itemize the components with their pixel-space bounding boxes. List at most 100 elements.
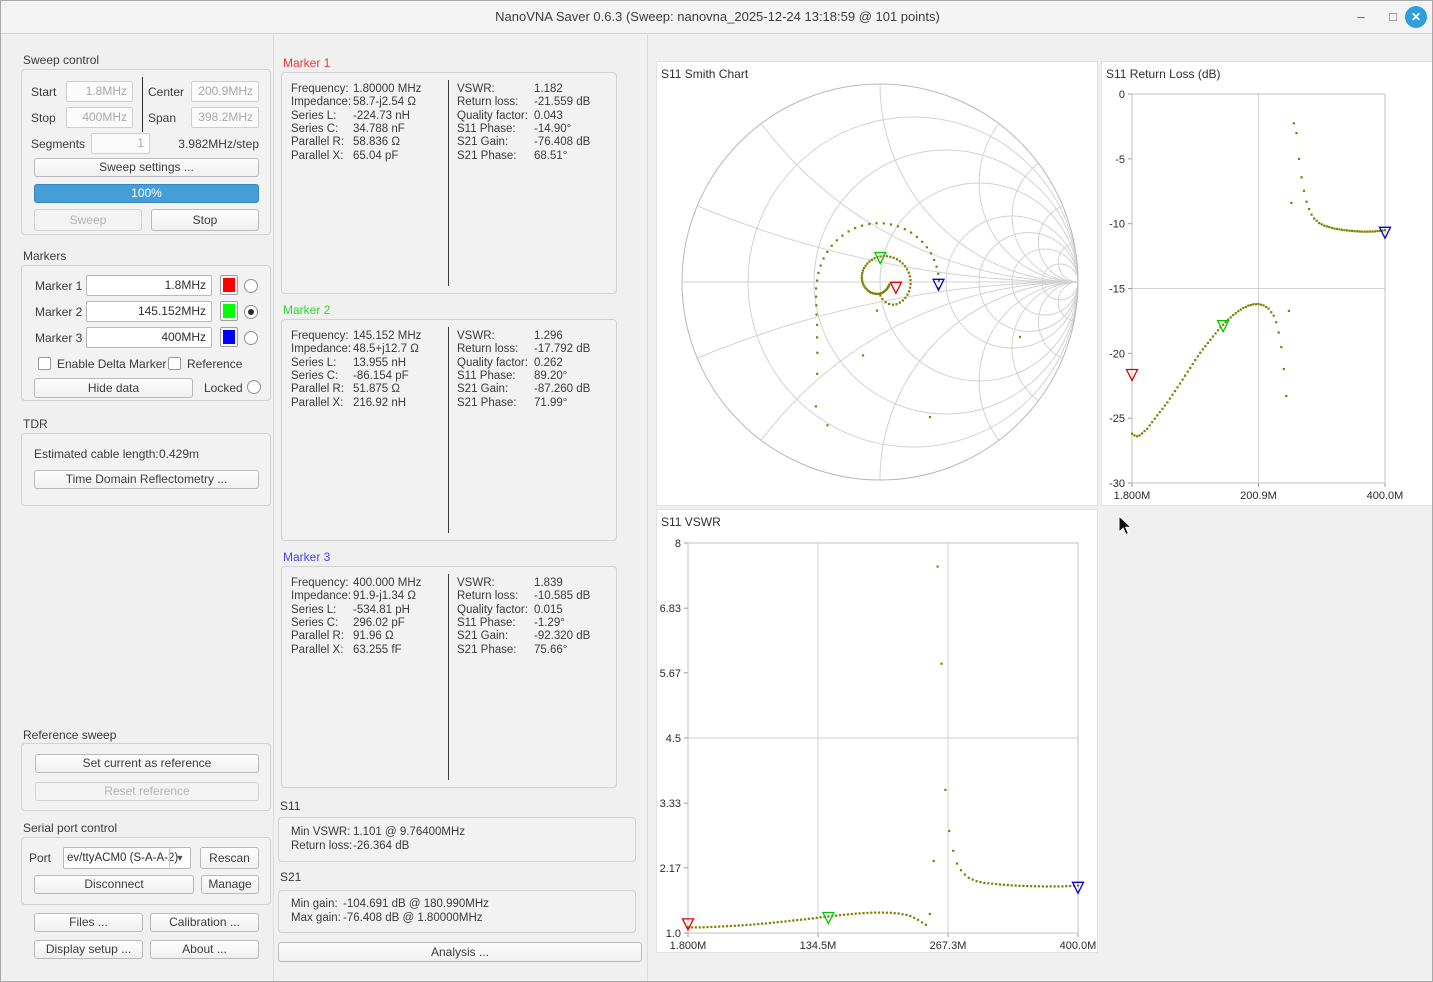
span-input[interactable]: 398.2MHz: [191, 107, 259, 128]
field-label: Parallel X:: [291, 644, 343, 657]
tdr-button[interactable]: Time Domain Reflectometry ...: [34, 470, 259, 489]
field-label: Impedance:: [291, 343, 351, 356]
hide-data-button[interactable]: Hide data: [34, 378, 193, 398]
locked-label: Locked: [204, 381, 243, 395]
manage-button[interactable]: Manage: [201, 875, 259, 894]
field-label: Series C:: [291, 370, 338, 383]
span-label: Span: [148, 111, 176, 125]
reset-reference-button[interactable]: Reset reference: [35, 782, 259, 801]
smith-chart[interactable]: [657, 62, 1099, 507]
svg-text:1.800M: 1.800M: [1114, 490, 1151, 502]
field-label: Max gain:: [291, 912, 341, 925]
analysis-button[interactable]: Analysis ...: [278, 942, 642, 962]
field-label: Frequency:: [291, 577, 349, 590]
set-reference-button[interactable]: Set current as reference: [35, 754, 259, 773]
field-value: 75.66°: [534, 644, 567, 657]
close-button[interactable]: ✕: [1405, 6, 1427, 28]
calibration-button[interactable]: Calibration ...: [150, 913, 259, 932]
sweep-settings-button[interactable]: Sweep settings ...: [34, 158, 259, 177]
center-label: Center: [148, 85, 184, 99]
marker3-frequency-input[interactable]: 400MHz: [86, 327, 212, 348]
center-input[interactable]: 200.9MHz: [191, 81, 259, 102]
field-value: -224.73 nH: [353, 110, 410, 123]
svg-text:1.0: 1.0: [666, 928, 681, 940]
field-value: 1.296: [534, 330, 563, 343]
svg-text:8: 8: [675, 538, 681, 550]
field-value: 0.015: [534, 604, 563, 617]
minimize-button[interactable]: –: [1347, 1, 1375, 33]
field-label: Min gain:: [291, 898, 338, 911]
rescan-button[interactable]: Rescan: [200, 847, 259, 869]
marker3-details-title: Marker 3: [283, 550, 330, 564]
marker2-details-divider: [448, 327, 449, 533]
marker3-details-divider: [448, 574, 449, 780]
marker1-radio[interactable]: [244, 279, 258, 293]
markers-heading: Markers: [23, 249, 66, 263]
locked-radio[interactable]: [247, 380, 261, 394]
about-button[interactable]: About ...: [150, 940, 259, 959]
stop-label: Stop: [31, 111, 56, 125]
field-label: Quality factor:: [457, 110, 528, 123]
svg-text:-5: -5: [1115, 154, 1125, 166]
field-label: Parallel X:: [291, 150, 343, 163]
start-input[interactable]: 1.8MHz: [66, 81, 133, 102]
disconnect-button[interactable]: Disconnect: [34, 875, 194, 894]
sweep-button[interactable]: Sweep: [34, 209, 142, 231]
mouse-cursor: [1118, 515, 1136, 537]
marker3-color-swatch[interactable]: [220, 327, 238, 347]
field-value: 13.955 nH: [353, 357, 406, 370]
marker1-details-divider: [448, 80, 449, 286]
marker2-radio[interactable]: [244, 305, 258, 319]
svg-text:400.0M: 400.0M: [1060, 940, 1097, 952]
marker2-frequency-input[interactable]: 145.152MHz: [86, 301, 212, 322]
start-label: Start: [31, 85, 56, 99]
field-value: -92.320 dB: [534, 630, 590, 643]
field-value: 1.182: [534, 83, 563, 96]
marker1-details-title: Marker 1: [283, 56, 330, 70]
svg-text:-30: -30: [1109, 478, 1125, 490]
marker1-frequency-input[interactable]: 1.8MHz: [86, 275, 212, 296]
marker1-color-swatch[interactable]: [220, 275, 238, 295]
field-label: Return loss:: [457, 590, 518, 603]
field-value: 65.04 pF: [353, 150, 398, 163]
maximize-button[interactable]: □: [1379, 1, 1407, 33]
stop-input[interactable]: 400MHz: [66, 107, 133, 128]
field-label: Parallel R:: [291, 630, 344, 643]
field-label: S21 Gain:: [457, 630, 508, 643]
smith-chart-panel: S11 Smith Chart: [656, 61, 1098, 506]
field-label: S21 Phase:: [457, 150, 516, 163]
marker2-details-title: Marker 2: [283, 303, 330, 317]
enable-delta-marker-checkbox[interactable]: [38, 357, 51, 370]
files-button[interactable]: Files ...: [34, 913, 143, 932]
port-select[interactable]: ev/ttyACM0 (S-A-A-2) ▼: [63, 847, 191, 869]
return-loss-chart[interactable]: 0-5-10-15-20-25-301.800M200.9M400.0M: [1102, 62, 1433, 507]
segments-input[interactable]: 1: [91, 133, 150, 154]
field-value: -76.408 dB @ 1.80000MHz: [343, 912, 483, 925]
s21-summary-heading: S21: [280, 870, 301, 884]
svg-text:0: 0: [1119, 89, 1125, 101]
display-setup-button[interactable]: Display setup ...: [34, 940, 143, 959]
marker3-label: Marker 3: [35, 331, 82, 345]
stop-button[interactable]: Stop: [151, 209, 259, 231]
field-label: Return loss:: [457, 343, 518, 356]
field-value: 34.788 nF: [353, 123, 405, 136]
reference-checkbox[interactable]: [168, 357, 181, 370]
field-label: Parallel R:: [291, 136, 344, 149]
markers-column-separator: [647, 33, 648, 982]
svg-text:-25: -25: [1109, 413, 1125, 425]
vswr-chart[interactable]: 86.835.674.53.332.171.01.800M134.5M267.3…: [657, 510, 1099, 954]
field-value: 63.255 fF: [353, 644, 402, 657]
field-value: 0.262: [534, 357, 563, 370]
field-label: Frequency:: [291, 330, 349, 343]
chevron-down-icon: ▼: [169, 848, 190, 868]
segments-label: Segments: [31, 137, 85, 151]
marker3-radio[interactable]: [244, 331, 258, 345]
marker2-color-swatch[interactable]: [220, 301, 238, 321]
field-label: Series C:: [291, 123, 338, 136]
field-value: -17.792 dB: [534, 343, 590, 356]
svg-text:267.3M: 267.3M: [930, 940, 967, 952]
field-value: -86.154 pF: [353, 370, 409, 383]
field-label: Return loss:: [457, 96, 518, 109]
svg-text:400.0M: 400.0M: [1367, 490, 1404, 502]
svg-text:-15: -15: [1109, 284, 1125, 296]
